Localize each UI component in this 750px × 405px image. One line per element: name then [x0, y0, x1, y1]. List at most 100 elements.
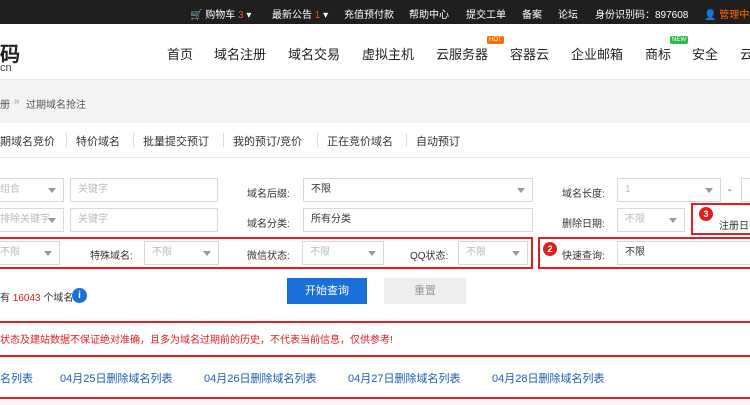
main-header: 码 cn 首页 域名注册 域名交易 虚拟主机 云服务器 HOT 容器云 企业邮箱… — [0, 24, 750, 80]
range-dash: - — [728, 185, 732, 196]
chevron-down-icon — [48, 218, 56, 223]
status-select[interactable]: 不限 — [0, 241, 60, 265]
match-mode-select[interactable]: 组合 — [0, 178, 64, 202]
date-list-link[interactable]: 04月26日删除域名列表 — [204, 370, 316, 386]
select-value: 不限 — [310, 247, 330, 258]
length-label: 域名长度: — [562, 189, 605, 200]
select-value: 不限 — [625, 247, 645, 258]
reg-date-label: 注册日 — [719, 221, 749, 232]
breadcrumb: 册 » 过期域名抢注 — [0, 81, 750, 123]
recharge-link[interactable]: 充值预付款 — [344, 6, 394, 21]
tab-expired-auction[interactable]: 期域名竞价 — [0, 133, 55, 149]
top-bar: 🛒 购物车 3 ▾ 最新公告 1 ▾ 充值预付款 帮助中心 提交工单 备案 论坛… — [0, 0, 750, 24]
hot-badge: HOT — [487, 36, 504, 44]
date-list-link[interactable]: 04月28日删除域名列表 — [492, 370, 604, 386]
admin-link[interactable]: 👤 管理中 — [704, 6, 749, 21]
reset-button[interactable]: 重置 — [384, 278, 466, 304]
tab-divider — [133, 133, 134, 147]
qq-status-select[interactable]: 不限 — [458, 241, 528, 265]
special-domain-label: 特殊域名: — [90, 251, 133, 262]
nav-home[interactable]: 首页 — [167, 44, 193, 63]
tab-divider — [223, 133, 224, 147]
search-button[interactable]: 开始查询 — [287, 278, 367, 304]
admin-label: 管理中 — [719, 10, 750, 21]
chevron-down-icon: ▾ — [323, 10, 329, 21]
keyword-input[interactable]: 关键字 — [70, 178, 218, 202]
help-center-link[interactable]: 帮助中心 — [409, 6, 449, 21]
tab-auto-order[interactable]: 自动预订 — [416, 133, 460, 149]
category-select[interactable]: 所有分类 — [303, 208, 533, 232]
tab-special-price[interactable]: 特价域名 — [76, 133, 120, 149]
logo-subtext: cn — [0, 62, 12, 74]
chevron-down-icon — [517, 188, 525, 193]
notice-label: 最新公告 — [272, 10, 312, 21]
result-summary: 有 16043 个域名 — [0, 289, 73, 304]
exclude-mode-select[interactable]: 排除关键字 — [0, 208, 64, 232]
breadcrumb-item[interactable]: 册 — [0, 96, 10, 111]
nav-domain-register[interactable]: 域名注册 — [214, 44, 266, 63]
chevron-down-icon — [48, 188, 56, 193]
chevron-down-icon: ▾ — [246, 10, 252, 21]
length-max-select[interactable] — [741, 178, 750, 202]
tab-my-orders[interactable]: 我的预订/竞价 — [233, 133, 302, 149]
result-prefix: 有 — [0, 293, 10, 304]
highlight-box-bottom — [0, 397, 750, 405]
chevron-down-icon — [669, 218, 677, 223]
user-icon: 👤 — [704, 10, 717, 21]
date-list-link[interactable]: 名列表 — [0, 370, 33, 386]
beian-link[interactable]: 备案 — [522, 6, 542, 21]
chevron-down-icon — [705, 188, 713, 193]
quick-query-select[interactable]: 不限 — [617, 241, 750, 265]
chevron-down-icon — [203, 251, 211, 256]
nav-cloud-more[interactable]: 云 — [740, 44, 750, 63]
marker-2: 2 — [543, 242, 557, 256]
nav-security[interactable]: 安全 — [692, 44, 718, 63]
suffix-select[interactable]: 不限 — [303, 178, 533, 202]
forum-link[interactable]: 论坛 — [558, 6, 578, 21]
select-value: 所有分类 — [311, 214, 351, 225]
category-label: 域名分类: — [247, 219, 290, 230]
wechat-status-select[interactable]: 不限 — [302, 241, 384, 265]
input-placeholder: 关键字 — [78, 184, 108, 195]
cart-link[interactable]: 🛒 购物车 3 ▾ — [190, 6, 251, 21]
select-value: 不限 — [466, 247, 486, 258]
submit-ticket-link[interactable]: 提交工单 — [466, 6, 506, 21]
cart-icon: 🛒 — [190, 10, 203, 21]
disclaimer-notice: 状态及建站数据不保证绝对准确，且多为域名过期前的历史，不代表当前信息，仅供参考! — [0, 335, 393, 346]
chevron-down-icon — [368, 251, 376, 256]
date-list-link[interactable]: 04月25日删除域名列表 — [60, 370, 172, 386]
select-value: 排除关键字 — [0, 214, 50, 225]
new-badge: NEW — [670, 36, 688, 44]
delete-date-label: 删除日期: — [562, 219, 605, 230]
cart-count: 3 — [238, 10, 244, 21]
select-value: 不限 — [625, 214, 645, 225]
qq-status-label: QQ状态: — [410, 251, 449, 262]
nav-domain-trade[interactable]: 域名交易 — [288, 44, 340, 63]
result-count: 16043 — [12, 293, 41, 304]
nav-cloud-server[interactable]: 云服务器 — [436, 44, 488, 63]
exclude-keyword-input[interactable]: 关键字 — [70, 208, 218, 232]
select-value: 不限 — [311, 184, 331, 195]
input-placeholder: 关键字 — [78, 214, 108, 225]
special-domain-select[interactable]: 不限 — [144, 241, 219, 265]
tab-divider — [317, 133, 318, 147]
length-min-select[interactable]: 1 — [617, 178, 721, 202]
notice-link[interactable]: 最新公告 1 ▾ — [272, 6, 328, 21]
marker-3: 3 — [699, 207, 713, 221]
delete-date-select[interactable]: 不限 — [617, 208, 685, 232]
chevron-down-icon — [512, 251, 520, 256]
tab-divider — [66, 133, 67, 147]
breadcrumb-current: 过期域名抢注 — [26, 100, 86, 111]
quick-query-label: 快速查询: — [562, 251, 605, 262]
tab-bidding[interactable]: 正在竞价域名 — [327, 133, 393, 149]
date-list-link[interactable]: 04月27日删除域名列表 — [348, 370, 460, 386]
id-code: 身份识别码：897608 — [595, 10, 689, 21]
nav-trademark[interactable]: 商标 — [645, 44, 671, 63]
nav-virtual-host[interactable]: 虚拟主机 — [362, 44, 414, 63]
cart-label: 购物车 — [205, 10, 236, 21]
info-icon[interactable]: i — [72, 288, 87, 303]
nav-container-cloud[interactable]: 容器云 — [510, 44, 549, 63]
nav-enterprise-mail[interactable]: 企业邮箱 — [571, 44, 623, 63]
tab-batch-order[interactable]: 批量提交预订 — [143, 133, 209, 149]
breadcrumb-separator: » — [14, 96, 20, 107]
